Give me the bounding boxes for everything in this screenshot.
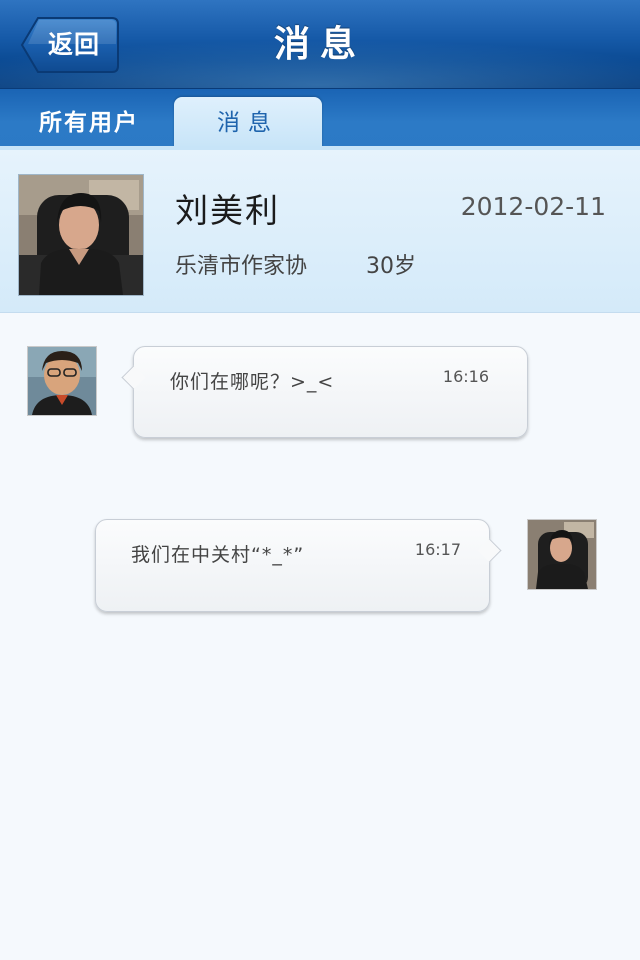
- avatar-woman: [18, 174, 144, 296]
- avatar-woman-small[interactable]: [527, 519, 597, 590]
- message-bubble-received[interactable]: 你们在哪呢？>_< 16:16: [121, 346, 528, 438]
- message-text: 我们在中关村“*_*”: [131, 544, 305, 566]
- message-time: 16:16: [442, 367, 489, 386]
- avatar-man[interactable]: [27, 346, 97, 416]
- tab-bar: 所有用户 消息: [0, 88, 640, 149]
- profile-date: 2012-02-11: [460, 192, 606, 221]
- navigation-bar: 返回 消息: [0, 0, 640, 88]
- profile-name: 刘美利: [175, 191, 280, 230]
- avatar-woman-image: [19, 175, 143, 295]
- tab-all-users[interactable]: 所有用户: [0, 89, 178, 149]
- message-text: 你们在哪呢？>_<: [170, 371, 335, 393]
- screen: 返回 消息 所有用户 消息 刘美利 2012-02-11 乐清市作家协 30岁: [0, 0, 640, 960]
- message-bubble-sent[interactable]: 我们在中关村“*_*” 16:17: [95, 519, 502, 612]
- profile-card[interactable]: 刘美利 2012-02-11 乐清市作家协 30岁: [0, 150, 640, 313]
- profile-organization: 乐清市作家协: [175, 254, 308, 279]
- avatar-woman-small-image: [528, 520, 596, 589]
- tab-messages[interactable]: 消息: [174, 97, 322, 149]
- page-title: 消息: [273, 24, 366, 65]
- profile-age: 30岁: [366, 254, 416, 279]
- avatar-man-image: [28, 347, 96, 415]
- message-time: 16:17: [414, 540, 461, 559]
